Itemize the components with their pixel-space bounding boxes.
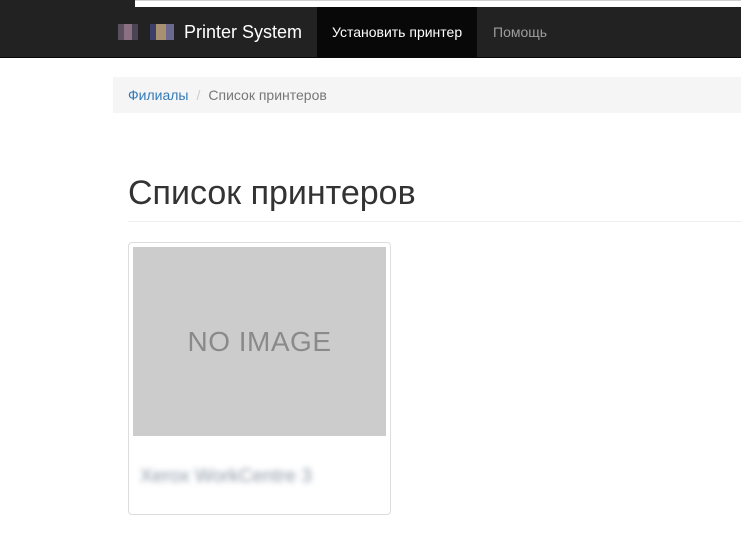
- page-header: Список принтеров: [128, 172, 741, 222]
- breadcrumb-branches-link[interactable]: Филиалы: [128, 87, 188, 103]
- breadcrumb-current: Список принтеров: [208, 87, 327, 103]
- printer-name[interactable]: Xerox WorkCentre 3: [140, 466, 312, 487]
- breadcrumb-separator: /: [196, 87, 201, 103]
- no-image-label: NO IMAGE: [187, 325, 332, 357]
- brand-logo-icon: [118, 24, 176, 40]
- breadcrumb: Филиалы / Список принтеров: [113, 77, 741, 113]
- printer-card[interactable]: NO IMAGE Xerox WorkCentre 3: [128, 242, 391, 515]
- nav-install-printer[interactable]: Установить принтер: [317, 7, 478, 57]
- navbar: Printer System Установить принтер Помощь: [0, 7, 741, 58]
- window-top-strip: [0, 0, 741, 7]
- page-title: Список принтеров: [128, 174, 416, 212]
- brand-title: Printer System: [184, 21, 303, 42]
- nav-help[interactable]: Помощь: [478, 7, 562, 57]
- window-top-line: [135, 0, 741, 1]
- brand-link[interactable]: Printer System: [118, 7, 302, 57]
- printer-image-placeholder: NO IMAGE: [133, 247, 386, 436]
- printer-caption: Xerox WorkCentre 3: [140, 463, 380, 491]
- window-tab: [0, 0, 135, 7]
